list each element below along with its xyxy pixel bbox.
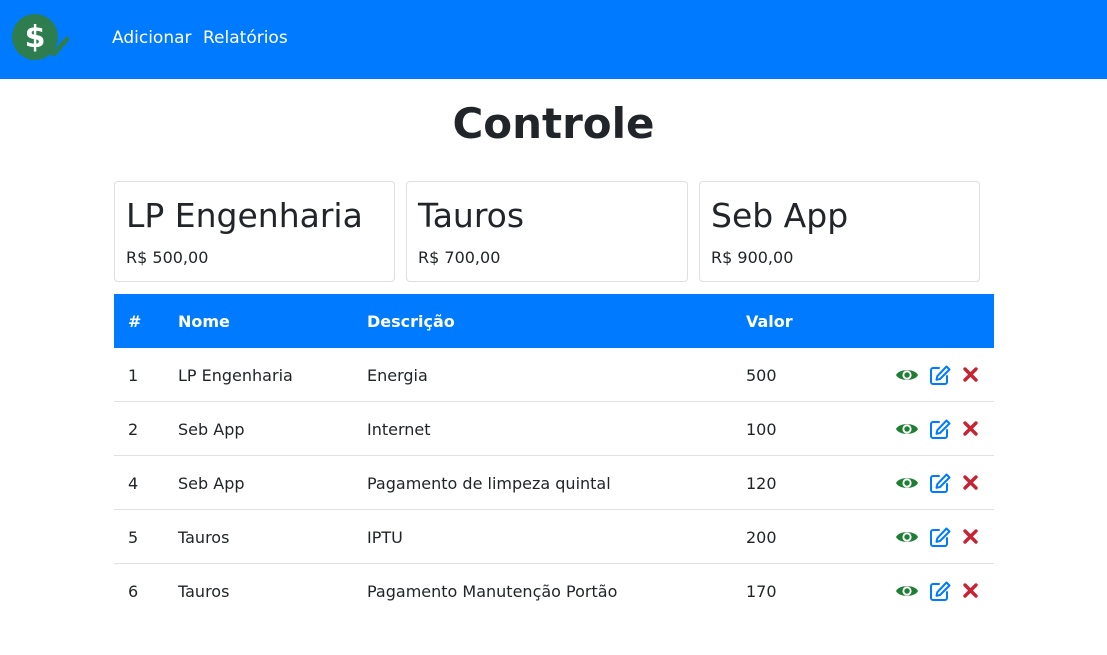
cell-valor: 170 xyxy=(746,582,777,601)
table-body: 1 LP Engenharia Energia 500 2 Seb App In… xyxy=(114,348,994,618)
nav-link-adicionar[interactable]: Adicionar xyxy=(112,28,192,48)
card-title: LP Engenharia xyxy=(126,196,363,235)
table-row: 6 Tauros Pagamento Manutenção Portão 170 xyxy=(114,564,994,618)
edit-icon[interactable] xyxy=(928,472,952,494)
cell-valor: 100 xyxy=(746,420,777,439)
card-value: R$ 700,00 xyxy=(418,248,501,267)
table-row: 1 LP Engenharia Energia 500 xyxy=(114,348,994,402)
cell-nome: Seb App xyxy=(178,420,245,439)
page-title: Controle xyxy=(452,99,655,148)
eye-icon[interactable] xyxy=(895,364,919,386)
cell-valor: 200 xyxy=(746,528,777,547)
card-title: Seb App xyxy=(711,196,849,235)
cell-nome: LP Engenharia xyxy=(178,366,293,385)
edit-icon[interactable] xyxy=(928,580,952,602)
eye-icon[interactable] xyxy=(895,580,919,602)
cell-descricao: Energia xyxy=(367,366,428,385)
close-icon[interactable] xyxy=(959,526,983,548)
summary-card: Tauros R$ 700,00 xyxy=(406,181,688,282)
header-nome: Nome xyxy=(178,312,230,331)
cell-id: 2 xyxy=(128,420,139,439)
close-icon[interactable] xyxy=(959,580,983,602)
header-id: # xyxy=(128,312,142,331)
table-row: 5 Tauros IPTU 200 xyxy=(114,510,994,564)
card-value: R$ 500,00 xyxy=(126,248,209,267)
card-title: Tauros xyxy=(418,196,525,235)
cell-nome: Tauros xyxy=(178,582,230,601)
dollar-check-logo-icon[interactable]: $ xyxy=(11,13,70,63)
cell-valor: 120 xyxy=(746,474,777,493)
cell-id: 5 xyxy=(128,528,139,547)
eye-icon[interactable] xyxy=(895,418,919,440)
cell-descricao: Internet xyxy=(367,420,431,439)
expenses-table: # Nome Descrição Valor 1 LP Engenharia E… xyxy=(114,294,994,618)
close-icon[interactable] xyxy=(959,472,983,494)
nav-link-relatorios[interactable]: Relatórios xyxy=(203,28,288,48)
header-valor: Valor xyxy=(746,312,793,331)
edit-icon[interactable] xyxy=(928,418,952,440)
eye-icon[interactable] xyxy=(895,526,919,548)
table-row: 2 Seb App Internet 100 xyxy=(114,402,994,456)
close-icon[interactable] xyxy=(959,364,983,386)
edit-icon[interactable] xyxy=(928,526,952,548)
cell-valor: 500 xyxy=(746,366,777,385)
edit-icon[interactable] xyxy=(928,364,952,386)
cell-descricao: Pagamento de limpeza quintal xyxy=(367,474,611,493)
cell-id: 1 xyxy=(128,366,139,385)
table-header: # Nome Descrição Valor xyxy=(114,294,994,348)
header-descricao: Descrição xyxy=(367,312,455,331)
cell-descricao: Pagamento Manutenção Portão xyxy=(367,582,618,601)
summary-card: LP Engenharia R$ 500,00 xyxy=(114,181,395,282)
cell-id: 4 xyxy=(128,474,139,493)
close-icon[interactable] xyxy=(959,418,983,440)
card-value: R$ 900,00 xyxy=(711,248,794,267)
cell-nome: Tauros xyxy=(178,528,230,547)
table-row: 4 Seb App Pagamento de limpeza quintal 1… xyxy=(114,456,994,510)
svg-text:$: $ xyxy=(25,20,46,55)
navbar: $ Adicionar Relatórios xyxy=(0,0,1107,79)
summary-card: Seb App R$ 900,00 xyxy=(699,181,980,282)
cell-descricao: IPTU xyxy=(367,528,403,547)
cell-nome: Seb App xyxy=(178,474,245,493)
eye-icon[interactable] xyxy=(895,472,919,494)
cell-id: 6 xyxy=(128,582,139,601)
